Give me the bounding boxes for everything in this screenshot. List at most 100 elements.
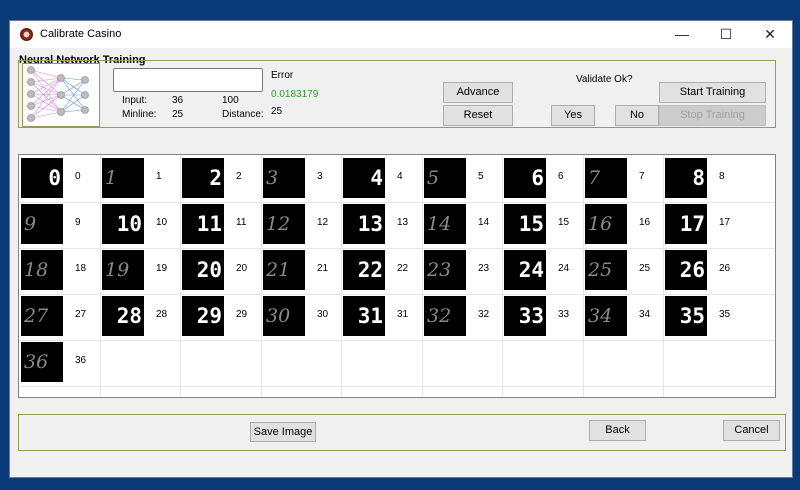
sample-label: 11 (236, 217, 247, 228)
sample-cell[interactable]: 21 21 (261, 247, 341, 293)
sample-image: 0 (21, 158, 63, 198)
sample-cell[interactable]: 20 20 (180, 247, 260, 293)
sample-label: 23 (478, 263, 490, 274)
no-button[interactable]: No (615, 105, 659, 126)
neural-network-icon (22, 63, 100, 127)
sample-image: 21 (263, 250, 305, 290)
sample-image: 32 (424, 296, 466, 336)
sample-cell[interactable]: 16 16 (583, 201, 663, 247)
input-label: Input: (122, 95, 148, 106)
close-button[interactable]: ✕ (748, 21, 792, 48)
sample-cell[interactable]: 28 28 (100, 293, 180, 339)
sample-label: 34 (639, 309, 651, 320)
sample-image: 2 (182, 158, 224, 198)
sample-cell[interactable]: 11 11 (180, 201, 260, 247)
yes-button[interactable]: Yes (551, 105, 595, 126)
sample-cell[interactable]: 11 (100, 155, 180, 201)
sample-label: 30 (317, 309, 329, 320)
stop-training-button: Stop Training (659, 105, 766, 126)
sample-cell[interactable]: 33 33 (502, 293, 582, 339)
start-training-button[interactable]: Start Training (659, 82, 766, 103)
training-panel: Error 0.0183179 Input: 36 100 Minline: 2… (18, 60, 776, 128)
sample-label: 13 (397, 217, 409, 228)
sample-cell[interactable]: 29 29 (180, 293, 260, 339)
sample-label: 27 (75, 309, 87, 320)
sample-cell[interactable]: 14 14 (422, 201, 502, 247)
validate-label: Validate Ok? (576, 74, 633, 85)
sample-label: 4 (397, 171, 403, 182)
sample-label: 8 (719, 171, 725, 182)
maximize-button[interactable]: ☐ (704, 21, 748, 48)
sample-label: 17 (719, 217, 731, 228)
sample-cell[interactable]: 34 34 (583, 293, 663, 339)
sample-label: 14 (478, 217, 490, 228)
sample-label: 9 (75, 217, 81, 228)
sample-cell[interactable]: 00 (19, 155, 99, 201)
sample-cell[interactable]: 15 15 (502, 201, 582, 247)
sample-label: 7 (639, 171, 645, 182)
sample-cell[interactable]: 30 30 (261, 293, 341, 339)
sample-image: 27 (21, 296, 63, 336)
sample-cell[interactable]: 27 27 (19, 293, 99, 339)
sample-cell[interactable]: 36 36 (19, 339, 99, 385)
sample-image: 14 (424, 204, 466, 244)
grid-divider (19, 386, 775, 387)
sample-image: 15 (504, 204, 546, 244)
sample-image: 23 (424, 250, 466, 290)
save-image-button[interactable]: Save Image (250, 422, 316, 442)
error-value: 0.0183179 (271, 89, 319, 100)
sample-cell[interactable]: 25 25 (583, 247, 663, 293)
sample-cell[interactable]: 31 31 (341, 293, 421, 339)
reset-button[interactable]: Reset (443, 105, 513, 126)
error-input[interactable] (113, 68, 263, 92)
sample-image: 10 (102, 204, 144, 244)
footer-panel: Save Image Back Cancel (18, 414, 786, 451)
sample-cell[interactable]: 17 17 (663, 201, 743, 247)
sample-image: 31 (343, 296, 385, 336)
advance-button[interactable]: Advance (443, 82, 513, 103)
sample-image: 28 (102, 296, 144, 336)
sample-cell[interactable]: 26 26 (663, 247, 743, 293)
sample-label: 29 (236, 309, 248, 320)
sample-label: 18 (75, 263, 87, 274)
sample-cell[interactable]: 10 10 (100, 201, 180, 247)
sample-cell[interactable]: 88 (663, 155, 743, 201)
sample-cell[interactable]: 55 (422, 155, 502, 201)
sample-label: 10 (156, 217, 168, 228)
sample-cell[interactable]: 33 (261, 155, 341, 201)
sample-cell[interactable]: 13 13 (341, 201, 421, 247)
minimize-button[interactable]: — (660, 21, 704, 48)
sample-cell[interactable]: 99 (19, 201, 99, 247)
sample-label: 5 (478, 171, 484, 182)
sample-image: 24 (504, 250, 546, 290)
sample-cell[interactable]: 32 32 (422, 293, 502, 339)
sample-cell[interactable]: 35 35 (663, 293, 743, 339)
sample-image: 13 (343, 204, 385, 244)
input-max: 100 (222, 95, 239, 106)
back-button[interactable]: Back (589, 420, 646, 441)
sample-cell[interactable]: 66 (502, 155, 582, 201)
sample-cell[interactable]: 77 (583, 155, 663, 201)
sample-image: 33 (504, 296, 546, 336)
sample-image: 29 (182, 296, 224, 336)
sample-label: 1 (156, 171, 162, 182)
sample-label: 31 (397, 309, 409, 320)
sample-cell[interactable]: 24 24 (502, 247, 582, 293)
sample-cell[interactable]: 19 19 (100, 247, 180, 293)
cancel-button[interactable]: Cancel (723, 420, 780, 441)
sample-image: 36 (21, 342, 63, 382)
sample-label: 6 (558, 171, 564, 182)
minline-label: Minline: (122, 109, 157, 120)
window-title: Calibrate Casino (40, 28, 122, 40)
sample-label: 22 (397, 263, 409, 274)
minline-value: 25 (172, 109, 184, 120)
sample-cell[interactable]: 22 (180, 155, 260, 201)
sample-cell[interactable]: 18 18 (19, 247, 99, 293)
sample-image: 8 (665, 158, 707, 198)
sample-label: 2 (236, 171, 242, 182)
sample-cell[interactable]: 23 23 (422, 247, 502, 293)
sample-cell[interactable]: 22 22 (341, 247, 421, 293)
sample-cell[interactable]: 12 12 (261, 201, 341, 247)
sample-cell[interactable]: 44 (341, 155, 421, 201)
sample-label: 36 (75, 355, 87, 366)
